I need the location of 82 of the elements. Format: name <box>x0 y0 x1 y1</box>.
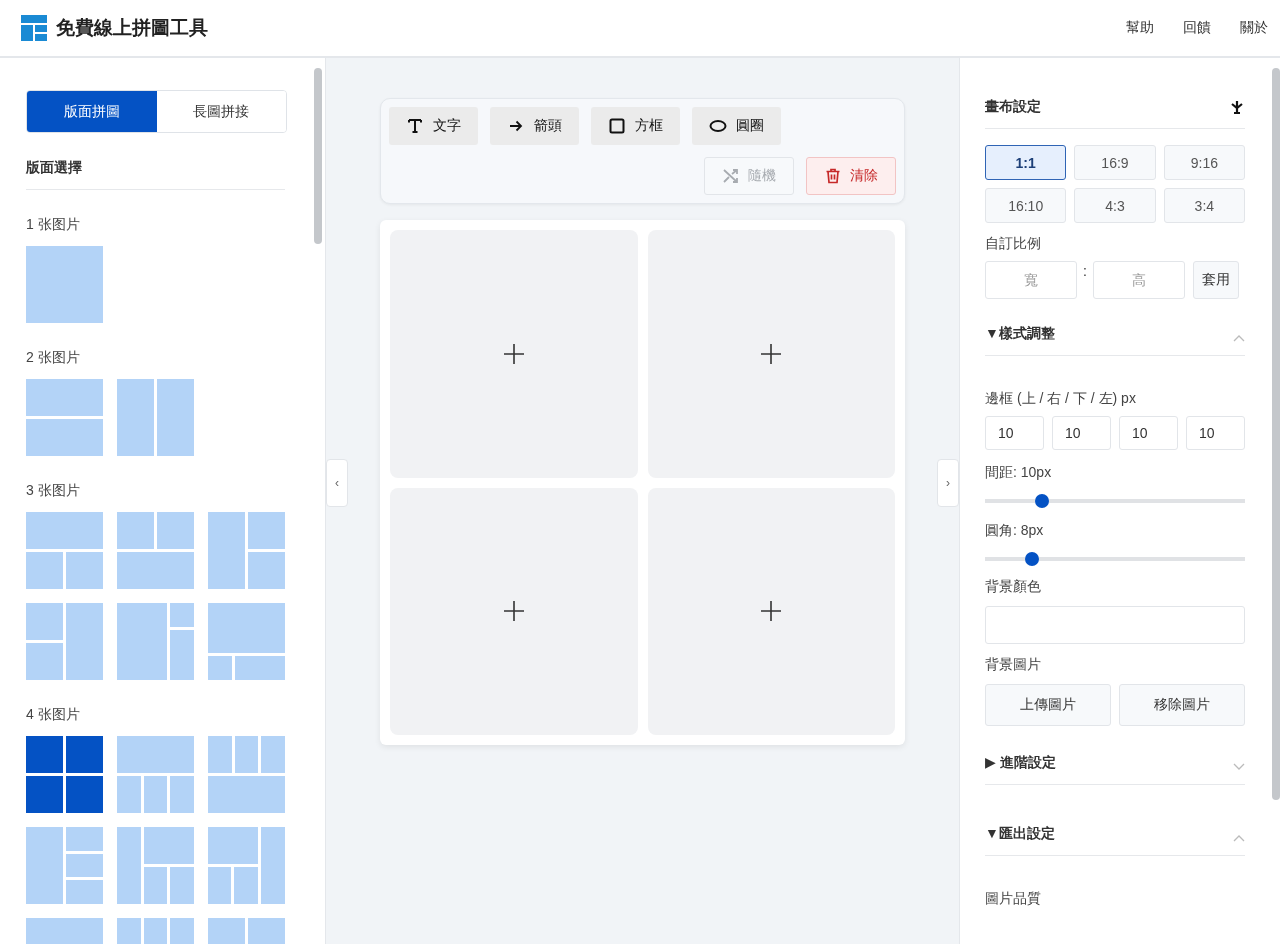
layout-thumbnail[interactable] <box>117 827 194 904</box>
scrollbar[interactable] <box>314 68 322 244</box>
text-icon <box>406 117 424 135</box>
collapse-handle[interactable]: ‹ <box>326 459 348 507</box>
slider-label: 圓角: 8px <box>985 522 1045 540</box>
section-title[interactable]: ▼樣式調整 <box>985 325 1055 343</box>
width-field[interactable]: 寬 <box>985 261 1077 299</box>
layout-thumbnail[interactable] <box>208 827 285 904</box>
color-field[interactable] <box>985 606 1245 644</box>
tool-button[interactable]: 圓圈 <box>692 107 781 145</box>
layout-thumbnail[interactable] <box>26 246 103 323</box>
logo-icon <box>21 15 47 41</box>
border-field[interactable]: 10 <box>1186 416 1245 450</box>
layout-thumbnail[interactable] <box>117 512 194 589</box>
layout-thumbnail[interactable] <box>208 512 285 589</box>
layout-thumbnail[interactable] <box>26 512 103 589</box>
trash-icon <box>824 167 842 185</box>
layout-thumbnail[interactable] <box>208 736 285 813</box>
field-label: 背景顏色 <box>985 578 1042 596</box>
clear-button[interactable]: 清除 <box>806 157 896 195</box>
app-title: 免費線上拼圖工具 <box>56 16 208 40</box>
field-label: 邊框 (上 / 右 / 下 / 左) px <box>985 390 1137 408</box>
chevron-up-icon[interactable] <box>1233 334 1245 342</box>
chevron-up-icon[interactable] <box>1233 834 1245 842</box>
nav-link[interactable]: 幫助 <box>1126 19 1154 37</box>
layout-thumbnail[interactable] <box>117 603 194 680</box>
ratio-button[interactable]: 9:16 <box>1163 145 1245 180</box>
section-title[interactable]: ▶ 進階設定 <box>985 754 1056 772</box>
image-button[interactable]: 移除圖片 <box>1119 684 1245 726</box>
layout-thumbnail[interactable] <box>26 379 103 456</box>
border-field[interactable]: 10 <box>985 416 1044 450</box>
section-title: 版面選擇 <box>26 159 285 190</box>
mode-tab[interactable]: 版面拼圖 <box>27 91 157 132</box>
layout-thumbnail[interactable] <box>26 736 103 813</box>
collapse-handle[interactable]: › <box>937 459 959 507</box>
slider-thumb[interactable] <box>1035 494 1050 508</box>
group-label: 4 张图片 <box>26 706 81 724</box>
image-slot[interactable] <box>647 487 895 735</box>
slider-label: 間距: 10px <box>985 464 1053 482</box>
height-field[interactable]: 高 <box>1092 261 1185 299</box>
tool-button[interactable]: 文字 <box>389 107 478 145</box>
field-label: 圖片品質 <box>985 890 1042 908</box>
ratio-button[interactable]: 16:9 <box>1074 145 1156 180</box>
group-label: 2 张图片 <box>26 349 81 367</box>
layout-thumbnail[interactable] <box>117 736 194 813</box>
image-slot[interactable] <box>390 230 638 478</box>
plus-icon <box>759 341 784 366</box>
tool-button[interactable]: 箭頭 <box>490 107 579 145</box>
section-title: 畫布設定 <box>985 98 1041 116</box>
arrow-down-icon[interactable] <box>1229 99 1245 115</box>
tool-button[interactable]: 方框 <box>591 107 680 145</box>
border-field[interactable]: 10 <box>1119 416 1178 450</box>
ratio-button[interactable]: 4:3 <box>1074 188 1156 223</box>
field-label: 背景圖片 <box>985 656 1042 674</box>
ellipse-icon <box>709 117 727 135</box>
field-label: 自訂比例 <box>985 235 1042 253</box>
plus-icon <box>501 599 526 624</box>
ratio-button[interactable]: 16:10 <box>985 188 1067 223</box>
shuffle-icon <box>722 167 740 185</box>
image-slot[interactable] <box>647 230 895 478</box>
group-label: 1 张图片 <box>26 216 81 234</box>
layout-thumbnail[interactable] <box>26 603 103 680</box>
section-title[interactable]: ▼匯出設定 <box>985 825 1055 843</box>
scrollbar[interactable] <box>1272 68 1280 800</box>
image-slot[interactable] <box>390 487 638 735</box>
square-icon <box>608 117 626 135</box>
apply-button[interactable]: 套用 <box>1192 261 1239 299</box>
plus-icon <box>759 599 784 624</box>
group-label: 3 张图片 <box>26 482 81 500</box>
nav-link[interactable]: 關於 <box>1240 19 1268 37</box>
border-field[interactable]: 10 <box>1052 416 1111 450</box>
layout-thumbnail[interactable] <box>26 827 103 904</box>
plus-icon <box>501 341 526 366</box>
ratio-button[interactable]: 1:1 <box>985 145 1067 180</box>
ratio-button[interactable]: 3:4 <box>1163 188 1245 223</box>
chevron-down-icon[interactable] <box>1233 763 1245 771</box>
layout-thumbnail[interactable] <box>117 379 194 456</box>
slider-thumb[interactable] <box>1024 552 1039 566</box>
image-button[interactable]: 上傳圖片 <box>985 684 1111 726</box>
layout-thumbnail[interactable] <box>208 603 285 680</box>
separator-text: : <box>1083 262 1087 279</box>
nav-link[interactable]: 回饋 <box>1183 19 1211 37</box>
